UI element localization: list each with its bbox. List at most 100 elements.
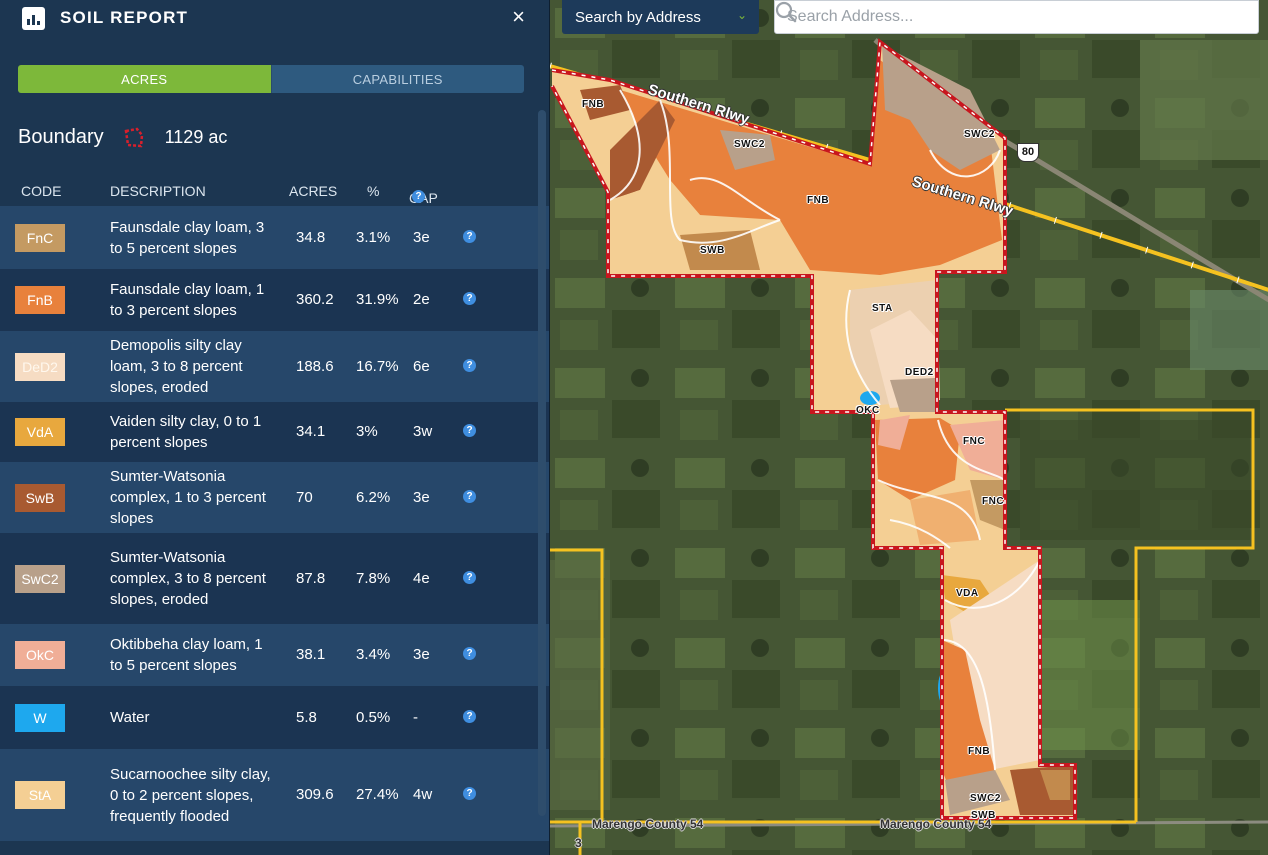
- soil-label[interactable]: SWB: [971, 810, 996, 821]
- soil-label[interactable]: SWB: [700, 245, 725, 256]
- boundary-summary: Boundary 1129 ac: [18, 126, 227, 149]
- help-icon[interactable]: ?: [463, 709, 476, 723]
- table-row[interactable]: StA Sucarnoochee silty clay, 0 to 2 perce…: [0, 749, 549, 841]
- soil-capability: 4w: [413, 786, 433, 803]
- boundary-icon: [124, 127, 143, 147]
- soil-swatch: SwB: [15, 483, 65, 512]
- help-icon[interactable]: ?: [463, 358, 476, 372]
- tab-capabilities[interactable]: CAPABILITIES: [270, 65, 524, 93]
- soil-report-panel: SOIL REPORT × ACRES CAPABILITIES Boundar…: [0, 0, 549, 855]
- close-icon[interactable]: ×: [512, 4, 525, 30]
- soil-code: FnB: [27, 292, 53, 308]
- table-row[interactable]: OkC Oktibbeha clay loam, 1 to 5 percent s…: [0, 624, 549, 686]
- table-row[interactable]: SwC2 Sumter-Watsonia complex, 3 to 8 perc…: [0, 533, 549, 624]
- soil-acres: 70: [296, 488, 313, 506]
- search-mode-dropdown[interactable]: Search by Address ⌄: [562, 0, 759, 34]
- soil-description: Vaiden silty clay, 0 to 1 percent slopes: [110, 413, 262, 451]
- soil-label[interactable]: DED2: [905, 367, 934, 378]
- map-view[interactable]: Southern Rlwy Southern Rlwy 80 Marengo C…: [549, 0, 1268, 855]
- soil-label[interactable]: SWC2: [964, 129, 995, 140]
- table-row[interactable]: DeD2 Demopolis silty clay loam, 3 to 8 pe…: [0, 331, 549, 402]
- soil-swatch: StA: [15, 781, 65, 809]
- soil-label[interactable]: VDA: [956, 588, 979, 599]
- soil-percent: 3%: [356, 423, 378, 440]
- soil-code: SwC2: [21, 570, 59, 587]
- soil-swatch: SwC2: [15, 564, 65, 593]
- soil-percent: 7.8%: [356, 569, 391, 587]
- route-shield-icon: 80: [1017, 143, 1039, 162]
- search-mode-label: Search by Address: [575, 8, 701, 26]
- boundary-label: Boundary: [18, 126, 104, 148]
- soil-acres: 34.1: [296, 423, 326, 440]
- tab-acres[interactable]: ACRES: [18, 65, 271, 93]
- col-acres: ACRES: [289, 183, 338, 199]
- soil-acres: 38.1: [296, 646, 326, 663]
- soil-swatch: DeD2: [15, 352, 65, 381]
- table-row[interactable]: FnC Faunsdale clay loam, 3 to 5 percent s…: [0, 206, 549, 269]
- soil-percent: 16.7%: [356, 357, 399, 375]
- soil-label[interactable]: FNC: [963, 436, 985, 447]
- bar-chart-icon: [22, 6, 45, 30]
- help-icon[interactable]: ?: [463, 647, 476, 660]
- soil-swatch: VdA: [15, 418, 65, 446]
- soil-label[interactable]: SWC2: [970, 793, 1001, 804]
- soil-acres: 34.8: [296, 228, 326, 246]
- county-road-label: Marengo County 54: [592, 817, 704, 831]
- soil-table: FnC Faunsdale clay loam, 3 to 5 percent s…: [0, 206, 549, 841]
- soil-percent: 6.2%: [356, 488, 391, 506]
- help-icon[interactable]: ?: [463, 292, 476, 305]
- soil-capability: 3e: [413, 228, 430, 246]
- help-icon[interactable]: ?: [463, 229, 476, 243]
- soil-label[interactable]: FNB: [968, 746, 990, 757]
- map-canvas[interactable]: [550, 0, 1268, 855]
- soil-swatch: OkC: [15, 641, 65, 669]
- soil-description: Oktibbeha clay loam, 1 to 5 percent slop…: [110, 636, 263, 674]
- help-icon[interactable]: ?: [463, 570, 476, 584]
- scrollbar[interactable]: [538, 110, 546, 816]
- soil-percent: 0.5%: [356, 708, 391, 726]
- soil-code: VdA: [26, 424, 54, 440]
- soil-label[interactable]: FNB: [582, 99, 604, 110]
- panel-header: SOIL REPORT ×: [0, 0, 549, 36]
- soil-description: Faunsdale clay loam, 3 to 5 percent slop…: [110, 218, 265, 257]
- help-icon[interactable]: ?: [412, 190, 425, 203]
- soil-label[interactable]: FNB: [807, 195, 829, 206]
- search-box: [774, 0, 1259, 34]
- soil-capability: 6e: [413, 357, 430, 375]
- edge-label: 3: [575, 836, 582, 850]
- boundary-acres: 1129 ac: [164, 127, 228, 147]
- col-code: CODE: [21, 183, 62, 199]
- help-icon[interactable]: ?: [463, 489, 476, 503]
- soil-percent: 3.1%: [356, 228, 391, 246]
- soil-label[interactable]: OKC: [856, 405, 880, 416]
- soil-code: StA: [28, 787, 52, 803]
- soil-capability: 4e: [413, 569, 430, 587]
- soil-description: Sumter-Watsonia complex, 1 to 3 percent …: [110, 468, 266, 527]
- soil-description: Sumter-Watsonia complex, 3 to 8 percent …: [110, 549, 266, 608]
- table-row[interactable]: FnB Faunsdale clay loam, 1 to 3 percent s…: [0, 269, 549, 331]
- help-icon[interactable]: ?: [463, 424, 476, 437]
- soil-capability: -: [413, 708, 418, 726]
- soil-acres: 360.2: [296, 291, 334, 308]
- col-description: DESCRIPTION: [110, 183, 206, 199]
- soil-acres: 87.8: [296, 569, 326, 587]
- table-row[interactable]: VdA Vaiden silty clay, 0 to 1 percent slo…: [0, 402, 549, 462]
- table-row[interactable]: W Water 5.8 0.5% -?: [0, 686, 549, 749]
- soil-description: Faunsdale clay loam, 1 to 3 percent slop…: [110, 281, 265, 319]
- soil-code: SwB: [25, 489, 55, 506]
- soil-label[interactable]: STA: [872, 303, 893, 314]
- soil-capability: 3w: [413, 423, 433, 440]
- soil-acres: 309.6: [296, 786, 334, 803]
- soil-code: W: [33, 709, 47, 726]
- chevron-down-icon: ⌄: [736, 8, 747, 22]
- search-input[interactable]: [787, 2, 1217, 32]
- panel-title: SOIL REPORT: [60, 8, 189, 27]
- soil-code: DeD2: [22, 358, 58, 375]
- table-row[interactable]: SwB Sumter-Watsonia complex, 1 to 3 perce…: [0, 462, 549, 533]
- soil-label[interactable]: FNC: [982, 496, 1004, 507]
- help-icon[interactable]: ?: [463, 787, 476, 800]
- search-icon[interactable]: [775, 1, 797, 23]
- soil-percent: 31.9%: [356, 291, 399, 308]
- soil-acres: 188.6: [296, 357, 334, 375]
- soil-label[interactable]: SWC2: [734, 139, 765, 150]
